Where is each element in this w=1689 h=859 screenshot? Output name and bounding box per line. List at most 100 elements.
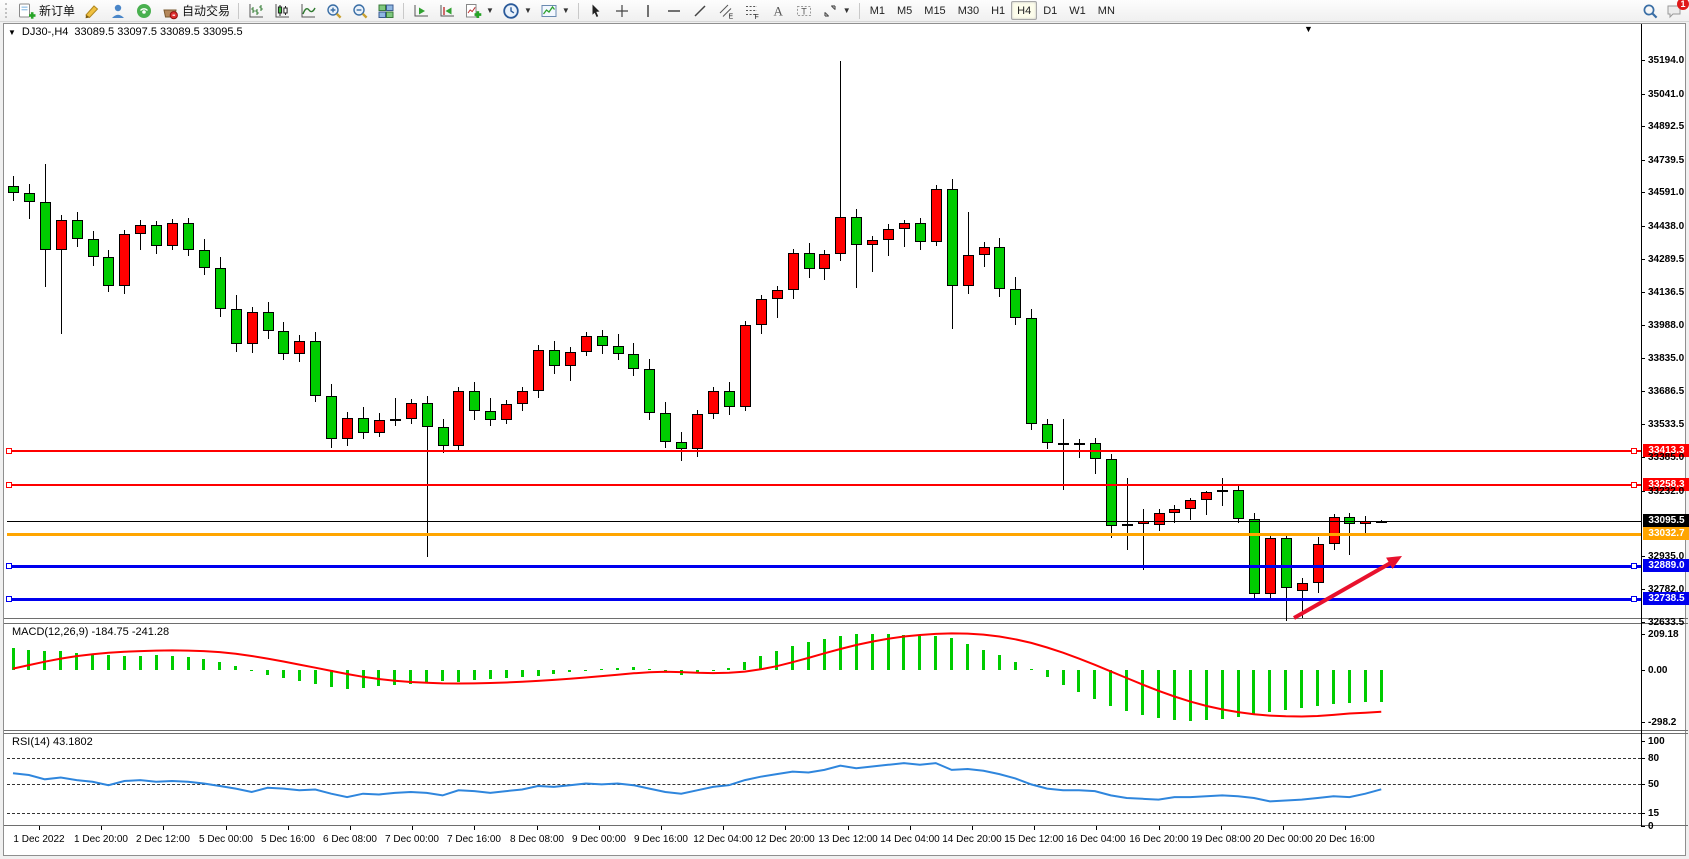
chevron-down-icon[interactable]: ▼ xyxy=(843,6,851,15)
line-handle[interactable] xyxy=(6,448,12,454)
metaeditor-button[interactable] xyxy=(79,0,105,22)
candle-body xyxy=(88,239,99,258)
auto-scroll-button[interactable] xyxy=(408,0,434,22)
time-axis-label: 2 Dec 12:00 xyxy=(136,834,190,845)
text-label-button[interactable]: T xyxy=(791,0,817,22)
line-handle[interactable] xyxy=(1631,596,1637,602)
rsi-tick-label: 100 xyxy=(1648,736,1665,747)
time-axis-label: 16 Dec 04:00 xyxy=(1066,834,1126,845)
macd-histogram-bar xyxy=(489,670,492,679)
horizontal-line-button[interactable] xyxy=(661,0,687,22)
cursor-icon xyxy=(587,2,605,20)
candle-body xyxy=(597,336,608,346)
vertical-line-button[interactable] xyxy=(635,0,661,22)
rsi-level-line xyxy=(7,813,1641,814)
macd-histogram-bar xyxy=(1252,670,1255,715)
community-button[interactable] xyxy=(105,0,131,22)
price-level-line[interactable] xyxy=(7,565,1641,568)
chart-menu-arrow-icon[interactable]: ▼ xyxy=(8,28,16,37)
chart-candles-button[interactable] xyxy=(269,0,295,22)
time-axis-label: 13 Dec 12:00 xyxy=(818,834,878,845)
price-level-line[interactable] xyxy=(7,521,1641,522)
candle-wick xyxy=(140,220,141,250)
timeframe-h4-button[interactable]: H4 xyxy=(1011,1,1037,20)
tile-windows-button[interactable] xyxy=(373,0,399,22)
equidistant-channel-button[interactable]: E xyxy=(713,0,739,22)
timeframe-mn-button[interactable]: MN xyxy=(1092,1,1121,20)
zoom-out-button[interactable] xyxy=(347,0,373,22)
chart-line-button[interactable] xyxy=(295,0,321,22)
chart-window[interactable] xyxy=(3,23,1686,856)
timeframe-m1-button[interactable]: M1 xyxy=(864,1,891,20)
templates-button[interactable]: ▼ xyxy=(536,0,574,22)
macd-histogram-bar xyxy=(1348,670,1351,703)
text-button[interactable]: A xyxy=(765,0,791,22)
indicators-button[interactable]: ▼ xyxy=(460,0,498,22)
trendline-button[interactable] xyxy=(687,0,713,22)
notifications-icon[interactable]: 1 xyxy=(1665,2,1683,20)
panel-divider[interactable] xyxy=(4,730,1688,731)
price-tick xyxy=(1641,391,1645,392)
search-icon[interactable] xyxy=(1641,2,1659,20)
price-level-line[interactable] xyxy=(7,484,1641,486)
panel-divider[interactable] xyxy=(4,618,1688,619)
timeframe-d1-button[interactable]: D1 xyxy=(1037,1,1063,20)
price-level-line[interactable] xyxy=(7,533,1641,536)
panel-divider[interactable] xyxy=(4,623,1688,624)
crosshair-button[interactable] xyxy=(609,0,635,22)
candle-body xyxy=(294,341,305,354)
macd-histogram-bar xyxy=(950,638,953,670)
chevron-down-icon[interactable]: ▼ xyxy=(486,6,494,15)
panel-divider[interactable] xyxy=(4,733,1688,734)
candle-body xyxy=(819,254,830,269)
timeframe-w1-button[interactable]: W1 xyxy=(1063,1,1092,20)
channel-icon: E xyxy=(717,2,735,20)
chart-ohlc-values: 33089.5 33097.5 33089.5 33095.5 xyxy=(74,26,242,38)
candle-body xyxy=(740,325,751,406)
panel-divider[interactable] xyxy=(4,825,1688,826)
time-axis-label: 16 Dec 20:00 xyxy=(1129,834,1189,845)
cursor-button[interactable] xyxy=(583,0,609,22)
zoom-in-button[interactable] xyxy=(321,0,347,22)
time-tick xyxy=(39,826,40,830)
time-axis-label: 19 Dec 08:00 xyxy=(1191,834,1251,845)
line-handle[interactable] xyxy=(1631,563,1637,569)
chart-bars-button[interactable] xyxy=(243,0,269,22)
timeframe-m15-button[interactable]: M15 xyxy=(918,1,951,20)
candle-body xyxy=(1122,524,1133,526)
line-handle[interactable] xyxy=(1631,448,1637,454)
price-tick-label: 34739.5 xyxy=(1648,155,1684,166)
autotrading-button[interactable]: 自动交易 xyxy=(157,0,234,22)
chevron-down-icon[interactable]: ▼ xyxy=(524,6,532,15)
price-level-line[interactable] xyxy=(7,598,1641,601)
new-order-button[interactable]: 新订单 xyxy=(14,0,79,22)
price-level-label: 33095.5 xyxy=(1643,514,1689,527)
signals-button[interactable] xyxy=(131,0,157,22)
chevron-down-icon[interactable]: ▼ xyxy=(562,6,570,15)
fibonacci-button[interactable]: F xyxy=(739,0,765,22)
line-handle[interactable] xyxy=(1631,482,1637,488)
time-tick xyxy=(350,826,351,830)
candle-body xyxy=(708,391,719,414)
line-handle[interactable] xyxy=(6,596,12,602)
macd-histogram-bar xyxy=(521,670,524,677)
line-handle[interactable] xyxy=(6,563,12,569)
timeframe-m5-button[interactable]: M5 xyxy=(891,1,918,20)
candle-body xyxy=(1169,509,1180,513)
periods-button[interactable]: ▼ xyxy=(498,0,536,22)
chart-shift-button[interactable] xyxy=(434,0,460,22)
timeframe-h1-button[interactable]: H1 xyxy=(985,1,1011,20)
line-handle[interactable] xyxy=(6,482,12,488)
chart-symbol-period: DJ30-,H4 xyxy=(22,26,68,38)
trendline-icon xyxy=(691,2,709,20)
candle-body xyxy=(804,253,815,269)
arrows-button[interactable]: ▼ xyxy=(817,0,855,22)
label-icon: T xyxy=(795,2,813,20)
candle-body xyxy=(1217,490,1228,492)
price-level-line[interactable] xyxy=(7,450,1641,452)
quick-trade-arrow-icon[interactable]: ▼ xyxy=(1304,24,1313,34)
time-axis-label: 1 Dec 2022 xyxy=(13,834,64,845)
candle-body xyxy=(1106,459,1117,526)
macd-tick-label: 0.00 xyxy=(1648,665,1667,676)
timeframe-m30-button[interactable]: M30 xyxy=(952,1,985,20)
